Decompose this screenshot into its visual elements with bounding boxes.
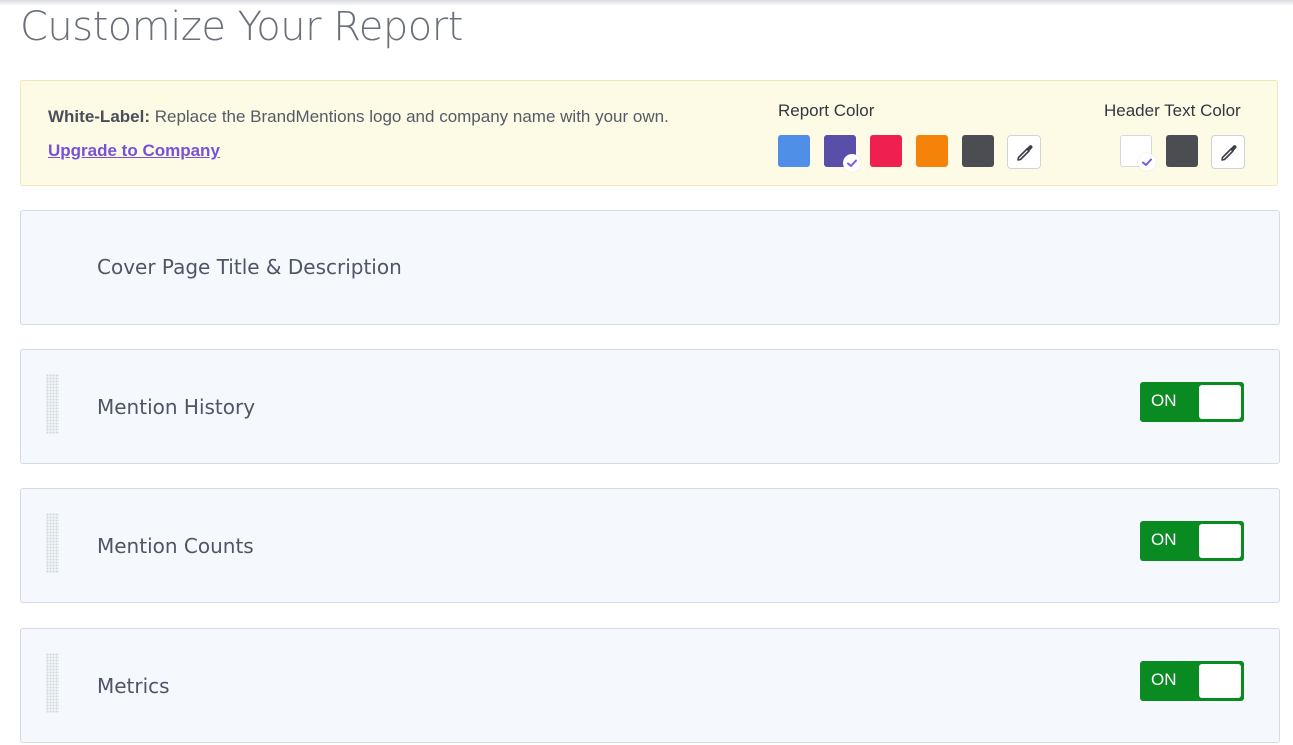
report-color-swatch-blue[interactable] (778, 135, 810, 167)
upgrade-link[interactable]: Upgrade to Company (48, 141, 220, 161)
drag-handle-icon[interactable] (46, 513, 59, 573)
header-text-color-label: Header Text Color (1104, 101, 1241, 120)
white-label-text: White-Label: Replace the BrandMentions l… (48, 107, 669, 127)
toggle-metrics[interactable]: ON (1140, 661, 1244, 701)
report-color-swatch-orange[interactable] (916, 135, 948, 167)
toggle-mention-counts[interactable]: ON (1140, 521, 1244, 561)
section-mention-counts: Mention Counts ON (20, 488, 1280, 603)
header-text-color-picker-button[interactable] (1211, 135, 1245, 169)
toggle-mention-history[interactable]: ON (1140, 382, 1244, 422)
toggle-label: ON (1151, 391, 1177, 410)
white-label-description: Replace the BrandMentions logo and compa… (150, 107, 669, 126)
toggle-knob (1199, 524, 1241, 558)
section-title: Metrics (97, 674, 170, 698)
section-metrics: Metrics ON (20, 628, 1280, 743)
report-color-label: Report Color (778, 101, 875, 120)
section-cover-page[interactable]: Cover Page Title & Description (20, 210, 1280, 325)
report-color-swatch-dark[interactable] (962, 135, 994, 167)
report-color-swatch-red[interactable] (870, 135, 902, 167)
header-text-swatch-dark[interactable] (1166, 135, 1198, 167)
white-label-panel: White-Label: Replace the BrandMentions l… (20, 80, 1278, 186)
check-icon (1138, 153, 1156, 171)
drag-handle-icon[interactable] (46, 374, 59, 434)
check-icon (843, 154, 861, 172)
section-mention-history: Mention History ON (20, 349, 1280, 464)
page-title: Customize Your Report (20, 4, 463, 50)
white-label-bold: White-Label: (48, 107, 150, 126)
toggle-label: ON (1151, 530, 1177, 549)
toggle-knob (1199, 664, 1241, 698)
toggle-label: ON (1151, 670, 1177, 689)
section-title: Cover Page Title & Description (97, 255, 402, 279)
section-title: Mention Counts (97, 534, 254, 558)
report-color-picker-button[interactable] (1007, 135, 1041, 169)
header-text-swatch-white[interactable] (1120, 135, 1156, 171)
header-text-color-group: Header Text Color (1104, 101, 1245, 171)
report-color-swatch-purple[interactable] (824, 135, 861, 172)
toggle-knob (1199, 385, 1241, 419)
report-color-group: Report Color (778, 101, 1041, 172)
section-title: Mention History (97, 395, 256, 419)
drag-handle-icon[interactable] (46, 653, 59, 713)
